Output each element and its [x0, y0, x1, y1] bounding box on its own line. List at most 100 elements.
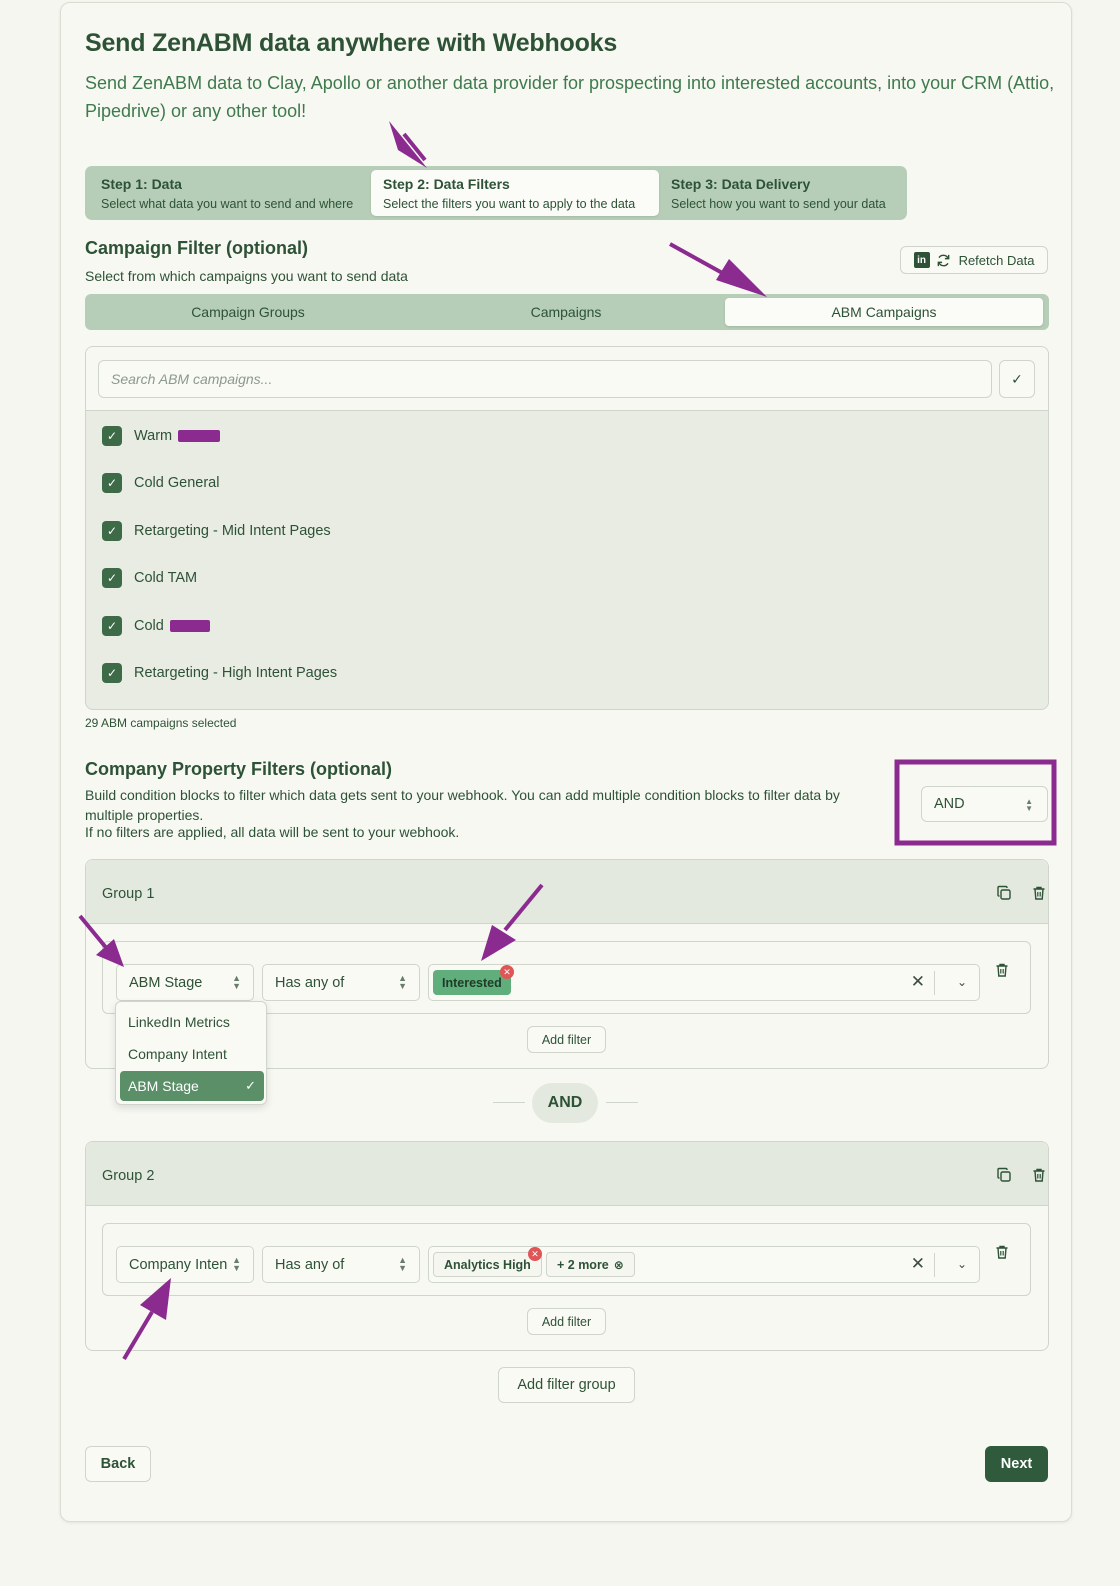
property-value: Company Intent	[129, 1256, 227, 1273]
checkbox-checked[interactable]: ✓	[102, 521, 122, 541]
list-item[interactable]: ✓ Retargeting - High Intent Pages	[102, 662, 337, 684]
step-title: Step 1: Data	[101, 176, 182, 192]
dropdown-option-abm-stage[interactable]: ABM Stage ✓	[120, 1071, 264, 1101]
operator-value: Has any of	[275, 1256, 345, 1273]
duplicate-icon[interactable]	[995, 1166, 1013, 1184]
webhook-card: Send ZenABM data anywhere with Webhooks …	[60, 2, 1072, 1522]
trash-icon[interactable]	[993, 1243, 1011, 1261]
property-filters-note: If no filters are applied, all data will…	[85, 824, 460, 840]
dropdown-option-linkedin-metrics[interactable]: LinkedIn Metrics	[120, 1007, 264, 1037]
chevron-updown-icon: ▲ ▼	[232, 1255, 241, 1273]
remove-chip-icon[interactable]: ✕	[528, 1247, 542, 1261]
step-1-tab[interactable]: Step 1: Data Select what data you want t…	[89, 170, 369, 216]
trash-icon[interactable]	[993, 961, 1011, 979]
close-circle-icon[interactable]: ⊗	[614, 1258, 624, 1272]
separator-line	[493, 1102, 525, 1103]
selected-count: 29 ABM campaigns selected	[85, 716, 237, 730]
checkbox-checked[interactable]: ✓	[102, 663, 122, 683]
clear-icon[interactable]: ✕	[911, 1254, 925, 1274]
chevron-updown-icon: ▲ ▼	[1025, 797, 1033, 813]
campaign-filter-desc: Select from which campaigns you want to …	[85, 268, 408, 284]
campaign-tabs: Campaign Groups Campaigns ABM Campaigns	[85, 294, 1049, 330]
more-chip[interactable]: + 2 more ⊗	[546, 1252, 635, 1277]
chevron-updown-icon: ▲ ▼	[398, 1255, 407, 1273]
dropdown-option-company-intent[interactable]: Company Intent	[120, 1039, 264, 1069]
property-dropdown-menu: LinkedIn Metrics Company Intent ABM Stag…	[115, 1001, 267, 1105]
condition-row: Company Intent ▲ ▼ Has any of ▲ ▼ Analytic…	[102, 1223, 1031, 1296]
property-select[interactable]: ABM Stage ▲ ▼	[116, 964, 254, 1001]
values-multiselect[interactable]: Interested ✕ ✕ ⌄	[428, 964, 980, 1001]
checkbox-checked[interactable]: ✓	[102, 568, 122, 588]
trash-icon[interactable]	[1030, 1166, 1048, 1184]
campaign-label: Retargeting - High Intent Pages	[134, 665, 338, 681]
page-subtitle: Send ZenABM data to Clay, Apollo or anot…	[85, 73, 1055, 121]
remove-chip-icon[interactable]: ✕	[500, 965, 514, 979]
more-label: + 2 more	[557, 1257, 609, 1272]
group-header: Group 1	[86, 860, 1048, 924]
step-title: Step 2: Data Filters	[383, 176, 510, 192]
check-icon: ✓	[245, 1078, 256, 1093]
step-desc: Select what data you want to send and wh…	[101, 197, 354, 211]
separator-line	[606, 1102, 638, 1103]
values-multiselect[interactable]: Analytics High ✕ + 2 more ⊗ ✕ ⌄	[428, 1246, 980, 1283]
add-filter-button[interactable]: Add filter	[527, 1026, 606, 1053]
option-label: ABM Stage	[128, 1078, 199, 1094]
step-desc: Select how you want to send your data	[671, 197, 886, 211]
duplicate-icon[interactable]	[995, 884, 1013, 902]
chevron-updown-icon: ▲ ▼	[232, 973, 241, 991]
tab-abm-campaigns[interactable]: ABM Campaigns	[725, 298, 1043, 326]
operator-select[interactable]: Has any of ▲ ▼	[262, 964, 420, 1001]
list-item[interactable]: ✓ Cold TAM	[102, 567, 197, 589]
add-filter-group-button[interactable]: Add filter group	[498, 1367, 635, 1403]
property-filters-desc: Build condition blocks to filter which d…	[85, 787, 840, 823]
step-desc: Select the filters you want to apply to …	[383, 197, 636, 211]
checkbox-checked[interactable]: ✓	[102, 616, 122, 636]
value-chip[interactable]: Analytics High	[433, 1252, 542, 1277]
operator-select[interactable]: Has any of ▲ ▼	[262, 1246, 420, 1283]
group-header: Group 2	[86, 1142, 1048, 1206]
campaign-label: Retargeting - Mid Intent Pages	[134, 523, 331, 539]
chevron-down-icon[interactable]: ⌄	[957, 975, 967, 989]
check-icon: ✓	[1011, 370, 1023, 387]
list-item[interactable]: ✓ Warm	[102, 425, 221, 447]
chip-label: Interested	[442, 975, 502, 990]
property-value: ABM Stage	[129, 974, 203, 991]
combinator-value: AND	[934, 796, 965, 812]
value-chip[interactable]: Interested	[433, 970, 511, 995]
step-3-tab[interactable]: Step 3: Data Delivery Select how you wan…	[659, 170, 903, 216]
linkedin-icon: in	[913, 252, 930, 268]
trash-icon[interactable]	[1030, 884, 1048, 902]
clear-icon[interactable]: ✕	[911, 972, 925, 992]
chevron-down-icon[interactable]: ⌄	[957, 1257, 967, 1271]
next-button[interactable]: Next	[985, 1446, 1048, 1482]
campaign-label: Cold General	[134, 475, 220, 491]
campaign-label: Cold TAM	[134, 570, 198, 586]
checkbox-checked[interactable]: ✓	[102, 473, 122, 493]
divider	[934, 1253, 935, 1277]
add-filter-button[interactable]: Add filter	[527, 1308, 606, 1335]
campaign-label: Cold	[134, 618, 164, 634]
step-tabs: Step 1: Data Select what data you want t…	[85, 166, 907, 220]
list-item[interactable]: ✓ Retargeting - Mid Intent Pages	[102, 520, 331, 542]
step-2-tab[interactable]: Step 2: Data Filters Select the filters …	[371, 170, 659, 216]
tab-campaign-groups[interactable]: Campaign Groups	[89, 298, 407, 326]
search-bar: Search ABM campaigns... ✓	[86, 347, 1048, 411]
checkbox-checked[interactable]: ✓	[102, 426, 122, 446]
refetch-data-button[interactable]: in Refetch Data	[900, 246, 1048, 274]
tab-campaigns[interactable]: Campaigns	[407, 298, 725, 326]
combinator-select[interactable]: AND ▲ ▼	[921, 786, 1048, 822]
abm-campaign-list: Search ABM campaigns... ✓ ✓ Warm ✓ Cold …	[85, 346, 1049, 710]
list-item[interactable]: ✓ Cold General	[102, 472, 219, 494]
step-title: Step 3: Data Delivery	[671, 176, 811, 192]
search-input[interactable]: Search ABM campaigns...	[98, 360, 992, 398]
property-filters-title: Company Property Filters (optional)	[85, 759, 393, 779]
select-all-button[interactable]: ✓	[999, 360, 1035, 398]
list-item[interactable]: ✓ Cold	[102, 615, 210, 637]
filter-group-2: Group 2 Company Intent ▲ ▼ Has any of ▲ ▼ …	[85, 1141, 1049, 1351]
property-select[interactable]: Company Intent ▲ ▼	[116, 1246, 254, 1283]
group-combinator-badge: AND	[532, 1083, 598, 1123]
group-title: Group 2	[102, 1168, 155, 1184]
campaign-filter-title: Campaign Filter (optional)	[85, 238, 308, 258]
operator-value: Has any of	[275, 974, 345, 991]
back-button[interactable]: Back	[85, 1446, 151, 1482]
